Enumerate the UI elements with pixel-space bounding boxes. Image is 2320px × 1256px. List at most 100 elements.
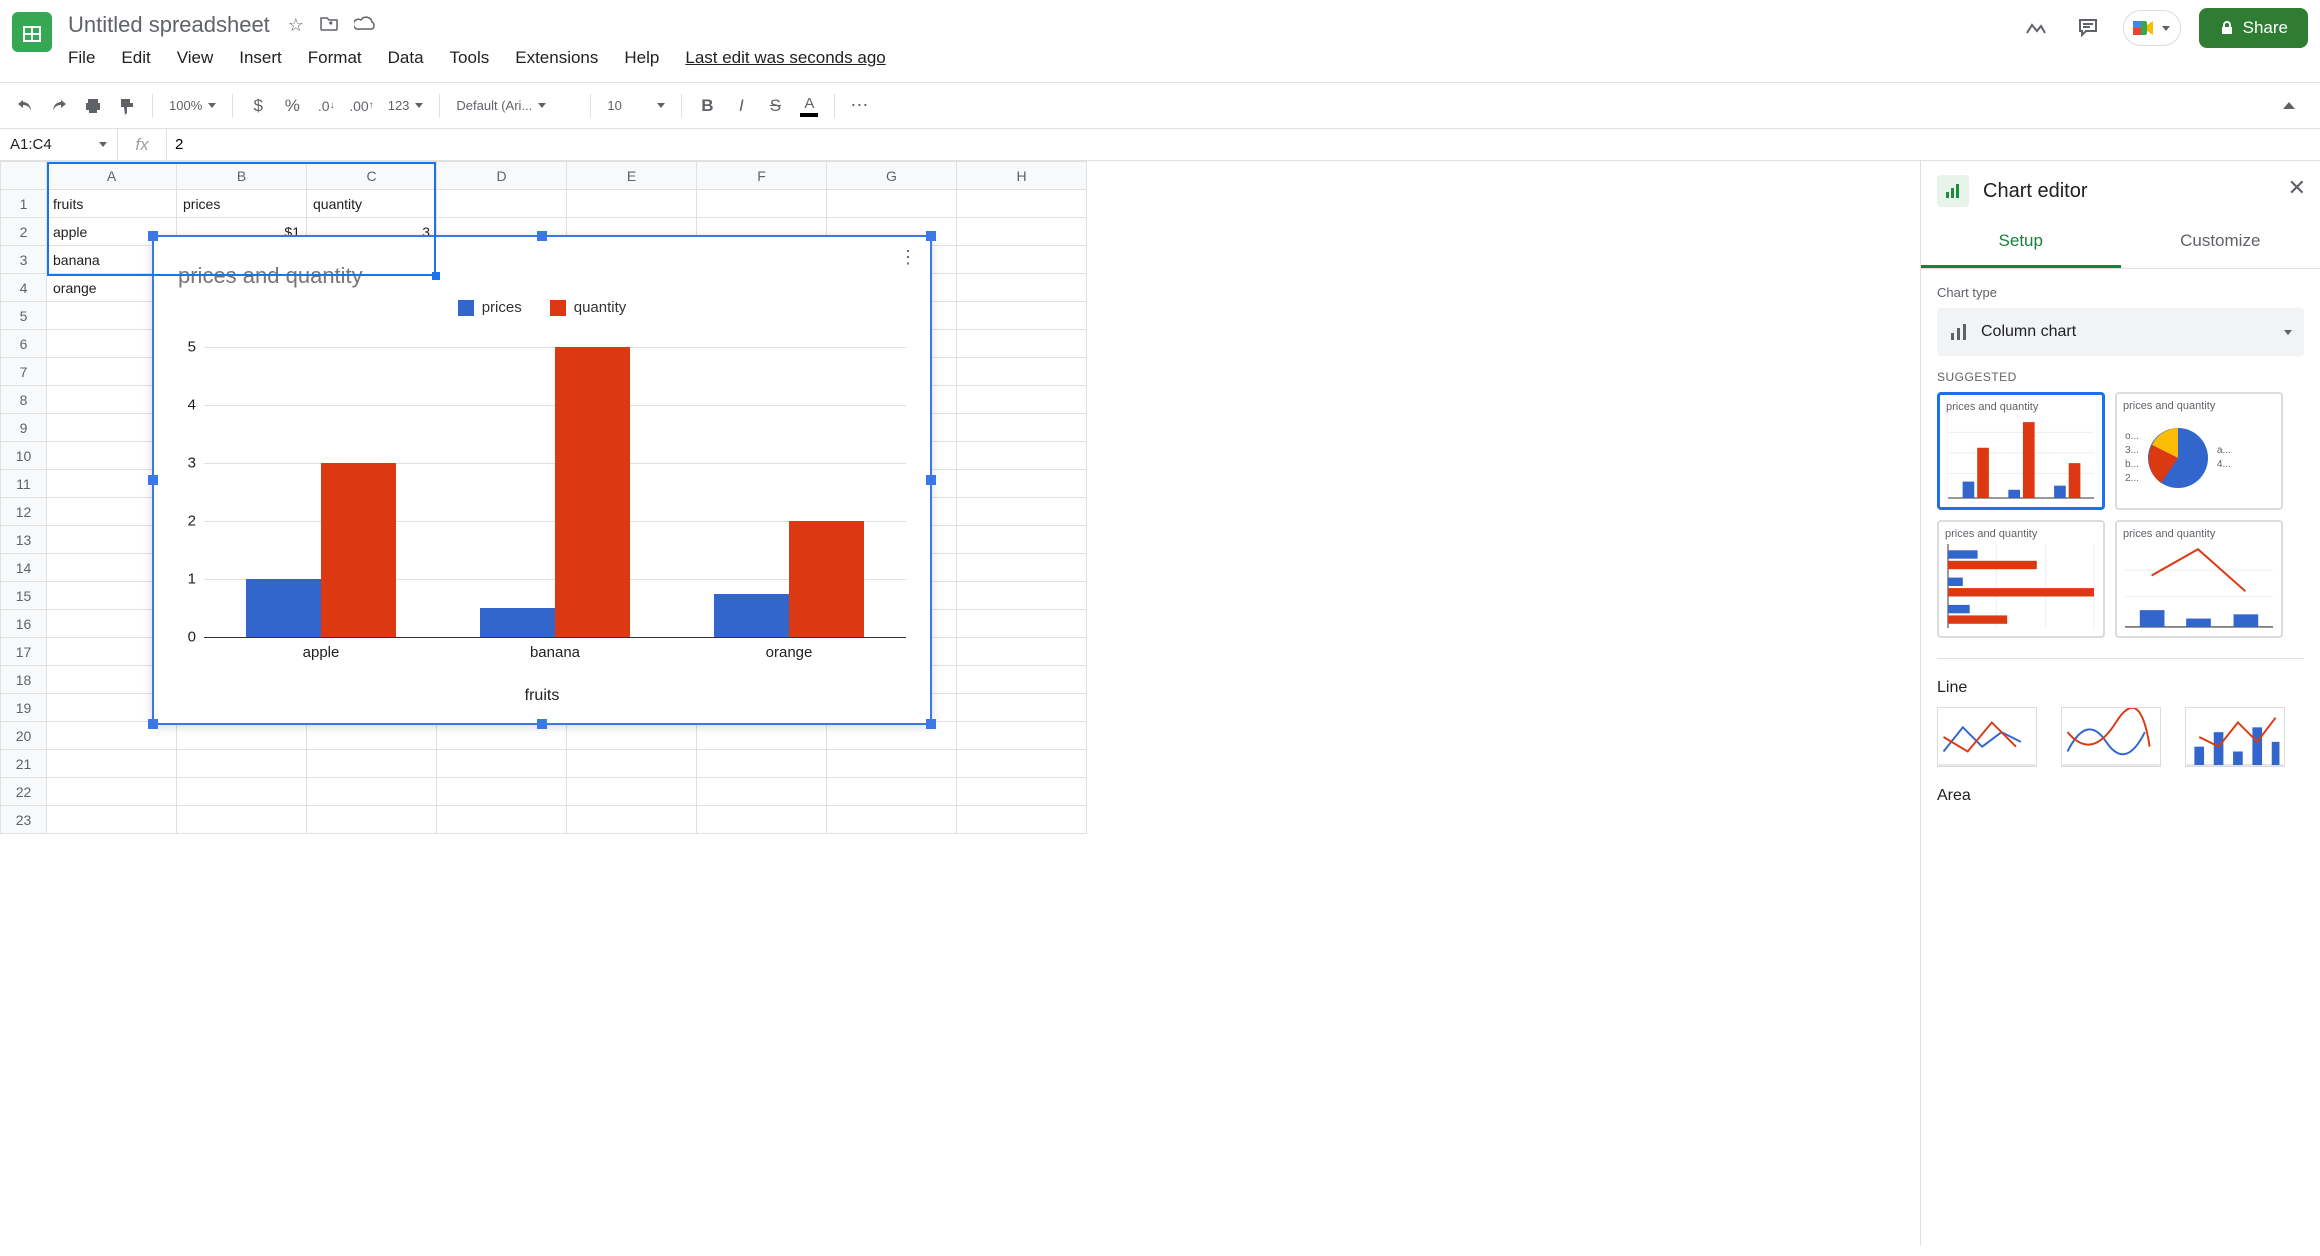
cell[interactable] — [957, 722, 1087, 750]
cell[interactable] — [307, 806, 437, 834]
cell[interactable] — [177, 722, 307, 750]
cell[interactable] — [957, 302, 1087, 330]
redo-button[interactable] — [44, 91, 74, 121]
row-header[interactable]: 21 — [1, 750, 47, 778]
cell[interactable] — [437, 778, 567, 806]
row-header[interactable]: 8 — [1, 386, 47, 414]
cell[interactable] — [437, 806, 567, 834]
zoom-select[interactable]: 100% — [163, 98, 222, 113]
print-button[interactable] — [78, 91, 108, 121]
cell[interactable] — [957, 470, 1087, 498]
cell[interactable] — [567, 806, 697, 834]
collapse-toolbar-button[interactable] — [2274, 91, 2304, 121]
cell[interactable] — [437, 722, 567, 750]
move-icon[interactable] — [316, 11, 342, 40]
font-size-select[interactable]: 10 — [601, 98, 671, 113]
cell[interactable] — [957, 274, 1087, 302]
cell[interactable] — [957, 246, 1087, 274]
cell[interactable] — [47, 806, 177, 834]
chart-bar[interactable] — [246, 579, 321, 637]
cell[interactable] — [697, 806, 827, 834]
resize-handle[interactable] — [926, 475, 936, 485]
chart-title[interactable]: prices and quantity — [154, 237, 930, 289]
cell[interactable] — [827, 190, 957, 218]
cell[interactable] — [567, 750, 697, 778]
row-header[interactable]: 11 — [1, 470, 47, 498]
cell[interactable] — [697, 750, 827, 778]
row-header[interactable]: 18 — [1, 666, 47, 694]
menu-view[interactable]: View — [171, 44, 220, 72]
cell[interactable] — [957, 218, 1087, 246]
row-header[interactable]: 3 — [1, 246, 47, 274]
row-header[interactable]: 6 — [1, 330, 47, 358]
cell[interactable] — [957, 610, 1087, 638]
row-header[interactable]: 14 — [1, 554, 47, 582]
cell[interactable] — [957, 386, 1087, 414]
col-header[interactable]: F — [697, 162, 827, 190]
currency-button[interactable]: $ — [243, 91, 273, 121]
cell[interactable] — [307, 778, 437, 806]
paint-format-button[interactable] — [112, 91, 142, 121]
percent-button[interactable]: % — [277, 91, 307, 121]
chart-bar[interactable] — [321, 463, 396, 637]
bold-button[interactable]: B — [692, 91, 722, 121]
doc-title[interactable]: Untitled spreadsheet — [62, 10, 276, 40]
chart-bar[interactable] — [480, 608, 555, 637]
chart-option-combo[interactable] — [2185, 707, 2285, 767]
resize-handle[interactable] — [926, 719, 936, 729]
cell[interactable] — [957, 498, 1087, 526]
col-header[interactable]: B — [177, 162, 307, 190]
cell[interactable] — [957, 806, 1087, 834]
suggested-chart-combo[interactable]: prices and quantity — [2115, 520, 2283, 638]
menu-tools[interactable]: Tools — [444, 44, 496, 72]
cell[interactable] — [697, 722, 827, 750]
row-header[interactable]: 23 — [1, 806, 47, 834]
row-header[interactable]: 16 — [1, 610, 47, 638]
cell[interactable]: prices — [177, 190, 307, 218]
cell[interactable] — [307, 722, 437, 750]
chart-bar[interactable] — [555, 347, 630, 637]
resize-handle[interactable] — [148, 719, 158, 729]
cloud-status-icon[interactable] — [350, 11, 380, 40]
name-box[interactable]: A1:C4 — [0, 129, 118, 160]
suggested-chart-bar[interactable]: prices and quantity — [1937, 520, 2105, 638]
meet-button[interactable] — [2123, 10, 2181, 46]
col-header[interactable]: A — [47, 162, 177, 190]
menu-extensions[interactable]: Extensions — [509, 44, 604, 72]
cell[interactable] — [957, 778, 1087, 806]
cell[interactable] — [957, 666, 1087, 694]
cell[interactable] — [567, 722, 697, 750]
cell[interactable] — [47, 750, 177, 778]
chart-option-line[interactable] — [1937, 707, 2037, 767]
resize-handle[interactable] — [537, 719, 547, 729]
menu-data[interactable]: Data — [382, 44, 430, 72]
chart-option-smooth-line[interactable] — [2061, 707, 2161, 767]
chart-bar[interactable] — [714, 594, 789, 638]
cell[interactable] — [827, 722, 957, 750]
legend-item[interactable]: quantity — [550, 299, 627, 316]
cell[interactable] — [957, 750, 1087, 778]
col-header[interactable]: D — [437, 162, 567, 190]
text-color-button[interactable]: A — [794, 91, 824, 121]
menu-insert[interactable]: Insert — [233, 44, 288, 72]
resize-handle[interactable] — [926, 231, 936, 241]
tab-customize[interactable]: Customize — [2121, 217, 2320, 268]
cell[interactable] — [957, 330, 1087, 358]
chart-type-select[interactable]: Column chart — [1937, 308, 2304, 356]
row-header[interactable]: 15 — [1, 582, 47, 610]
col-header[interactable]: C — [307, 162, 437, 190]
cell[interactable] — [177, 778, 307, 806]
cell[interactable] — [957, 414, 1087, 442]
cell[interactable] — [827, 750, 957, 778]
row-header[interactable]: 22 — [1, 778, 47, 806]
spreadsheet-grid[interactable]: ABCDEFGH1fruitspricesquantity2apple$133b… — [0, 161, 1920, 1246]
cell[interactable] — [957, 582, 1087, 610]
last-edit-link[interactable]: Last edit was seconds ago — [679, 44, 891, 72]
menu-format[interactable]: Format — [302, 44, 368, 72]
row-header[interactable]: 1 — [1, 190, 47, 218]
row-header[interactable]: 2 — [1, 218, 47, 246]
strike-button[interactable]: S — [760, 91, 790, 121]
row-header[interactable]: 10 — [1, 442, 47, 470]
star-icon[interactable]: ☆ — [284, 11, 308, 40]
suggested-chart-column[interactable]: prices and quantity — [1937, 392, 2105, 510]
